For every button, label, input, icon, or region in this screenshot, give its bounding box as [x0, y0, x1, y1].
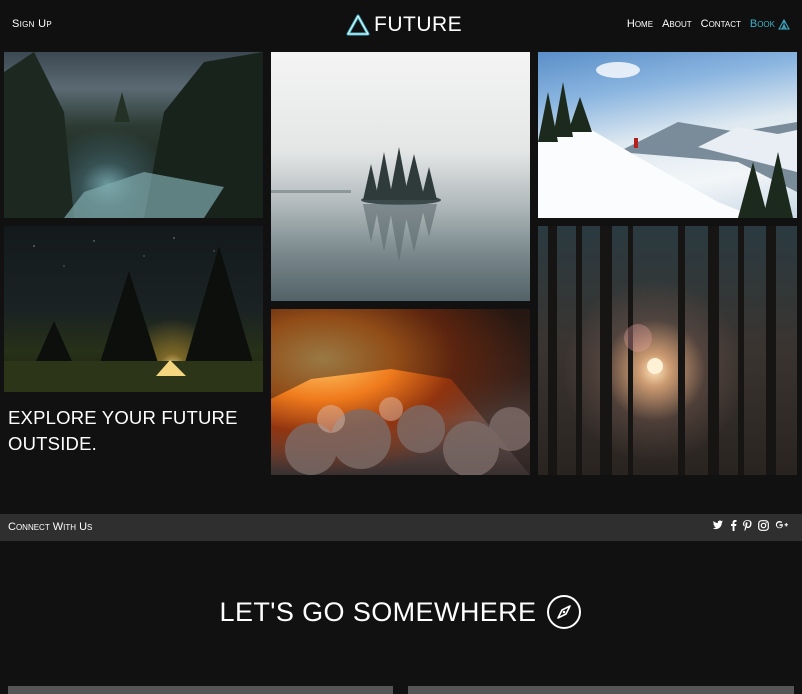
- social-icons: [712, 520, 789, 534]
- brand-logo[interactable]: FUTURE: [346, 13, 462, 37]
- google-plus-icon[interactable]: [775, 520, 789, 534]
- river-valley-art: [4, 52, 263, 218]
- bottom-card-left: [8, 686, 393, 694]
- sunlit-forest-art: [548, 226, 776, 475]
- bottom-card-right: [408, 686, 794, 694]
- hero-headline-line2: OUTSIDE.: [8, 433, 97, 454]
- hero-headline: EXPLORE YOUR FUTURE OUTSIDE.: [8, 405, 248, 457]
- connect-bar: Connect With Us: [0, 514, 802, 541]
- night-camp-art: [4, 237, 263, 392]
- foggy-lake-island-photo[interactable]: [271, 52, 530, 301]
- top-navbar: Sign Up FUTURE Home About Contact Book: [0, 0, 802, 50]
- nav-about[interactable]: About: [662, 18, 692, 30]
- hero-headline-line1: EXPLORE YOUR FUTURE: [8, 407, 238, 428]
- river-valley-photo[interactable]: [4, 52, 263, 218]
- sign-up-link[interactable]: Sign Up: [12, 18, 52, 30]
- night-camping-tent-photo[interactable]: [4, 226, 263, 392]
- connect-label: Connect With Us: [8, 521, 93, 533]
- nav-book[interactable]: Book: [750, 18, 790, 30]
- sunset-clouds-art: [271, 309, 530, 475]
- instagram-icon[interactable]: [758, 520, 769, 534]
- nav-home[interactable]: Home: [627, 18, 653, 30]
- facebook-icon[interactable]: [730, 520, 737, 534]
- nav-contact[interactable]: Contact: [701, 18, 741, 30]
- snowy-mountain-hiker-photo[interactable]: [538, 52, 797, 218]
- foggy-lake-art: [271, 147, 441, 262]
- compass-icon: [547, 595, 582, 629]
- tent-icon: [778, 18, 790, 29]
- pinterest-icon[interactable]: [743, 520, 752, 534]
- main-nav: Home About Contact Book: [627, 18, 790, 30]
- nav-book-label: Book: [749, 18, 775, 30]
- brand-name: FUTURE: [374, 13, 463, 36]
- triangle-logo-icon: [346, 14, 370, 36]
- twitter-icon[interactable]: [712, 520, 724, 534]
- section-heading: LET'S GO SOMEWHERE: [0, 594, 802, 630]
- snowy-mountain-art: [538, 62, 797, 218]
- sunlit-forest-photo[interactable]: [538, 226, 797, 475]
- section-title: LET'S GO SOMEWHERE: [219, 596, 537, 627]
- sunset-clouds-photo[interactable]: [271, 309, 530, 475]
